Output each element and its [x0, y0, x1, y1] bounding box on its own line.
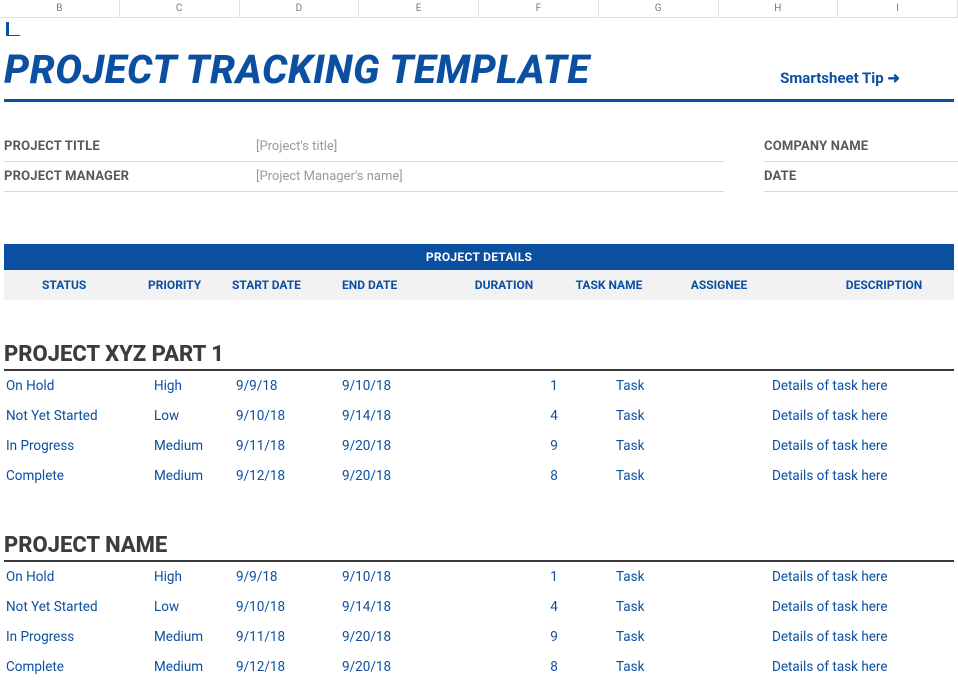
col-header-description: DESCRIPTION	[774, 278, 954, 292]
cell-duration[interactable]: 9	[492, 629, 616, 645]
page-title: PROJECT TRACKING TEMPLATE	[4, 46, 590, 93]
column-header-cell[interactable]: H	[719, 0, 839, 17]
cell-end-date[interactable]: 9/20/18	[342, 659, 492, 675]
cell-status[interactable]: In Progress	[4, 438, 154, 454]
cell-task-name[interactable]: Task	[616, 438, 736, 454]
cell-status[interactable]: On Hold	[4, 569, 154, 585]
cell-priority[interactable]: Medium	[154, 438, 236, 454]
col-header-start-date: START DATE	[230, 278, 340, 292]
meta-row: COMPANY NAME	[764, 132, 958, 162]
section-title: PROJECT NAME	[4, 533, 954, 562]
cell-status[interactable]: Complete	[4, 659, 154, 675]
cell-selection-indicator	[6, 22, 20, 36]
cell-task-name[interactable]: Task	[616, 659, 736, 675]
cell-end-date[interactable]: 9/10/18	[342, 569, 492, 585]
table-row[interactable]: Not Yet StartedLow9/10/189/14/184Task Det…	[4, 401, 954, 431]
meta-label: DATE	[764, 169, 958, 184]
cell-description[interactable]: Details of task here	[772, 569, 954, 585]
cell-status[interactable]: Complete	[4, 468, 154, 484]
column-header-cell[interactable]: B	[0, 0, 120, 17]
table-row[interactable]: On HoldHigh9/9/189/10/181Task Details of …	[4, 562, 954, 592]
col-header-duration: DURATION	[444, 278, 554, 292]
table-row[interactable]: In ProgressMedium9/11/189/20/189Task Deta…	[4, 431, 954, 461]
column-header-cell[interactable]: D	[240, 0, 360, 17]
column-header-cell[interactable]: E	[359, 0, 479, 17]
meta-row: PROJECT TITLE[Project's title]	[4, 132, 724, 162]
meta-label: PROJECT TITLE	[4, 139, 256, 154]
meta-value[interactable]: [Project Manager's name]	[256, 169, 403, 184]
col-header-end-date: END DATE	[340, 278, 444, 292]
col-header-task-name: TASK NAME	[554, 278, 664, 292]
meta-row: PROJECT MANAGER[Project Manager's name]	[4, 162, 724, 192]
cell-start-date[interactable]: 9/9/18	[236, 569, 342, 585]
cell-duration[interactable]: 1	[492, 378, 616, 394]
cell-task-name[interactable]: Task	[616, 408, 736, 424]
table-row[interactable]: CompleteMedium9/12/189/20/188Task Details…	[4, 652, 954, 682]
cell-start-date[interactable]: 9/11/18	[236, 438, 342, 454]
cell-start-date[interactable]: 9/10/18	[236, 599, 342, 615]
table-header-row: STATUS PRIORITY START DATE END DATE DURA…	[4, 270, 954, 300]
column-header-cell[interactable]: C	[120, 0, 240, 17]
col-header-status: STATUS	[4, 278, 124, 292]
project-details-bar: PROJECT DETAILS	[4, 244, 954, 270]
meta-value[interactable]: [Project's title]	[256, 139, 337, 154]
meta-label: PROJECT MANAGER	[4, 169, 256, 184]
cell-duration[interactable]: 4	[492, 408, 616, 424]
cell-priority[interactable]: High	[154, 378, 236, 394]
cell-task-name[interactable]: Task	[616, 569, 736, 585]
column-header-cell[interactable]: F	[479, 0, 599, 17]
cell-status[interactable]: On Hold	[4, 378, 154, 394]
col-header-assignee: ASSIGNEE	[664, 278, 774, 292]
cell-description[interactable]: Details of task here	[772, 629, 954, 645]
cell-start-date[interactable]: 9/12/18	[236, 659, 342, 675]
cell-duration[interactable]: 8	[492, 659, 616, 675]
cell-priority[interactable]: Medium	[154, 468, 236, 484]
spreadsheet-column-header: BCDEFGHI	[0, 0, 958, 18]
cell-status[interactable]: In Progress	[4, 629, 154, 645]
table-row[interactable]: CompleteMedium9/12/189/20/188Task Details…	[4, 461, 954, 491]
meta-label: COMPANY NAME	[764, 139, 958, 154]
cell-task-name[interactable]: Task	[616, 599, 736, 615]
meta-row: DATE	[764, 162, 958, 192]
cell-priority[interactable]: Low	[154, 599, 236, 615]
cell-task-name[interactable]: Task	[616, 468, 736, 484]
table-row[interactable]: In ProgressMedium9/11/189/20/189Task Deta…	[4, 622, 954, 652]
cell-description[interactable]: Details of task here	[772, 468, 954, 484]
cell-start-date[interactable]: 9/10/18	[236, 408, 342, 424]
cell-duration[interactable]: 8	[492, 468, 616, 484]
cell-description[interactable]: Details of task here	[772, 438, 954, 454]
table-row[interactable]: On HoldHigh9/9/189/10/181Task Details of …	[4, 371, 954, 401]
smartsheet-tip-link[interactable]: Smartsheet Tip ➜	[780, 69, 954, 87]
cell-start-date[interactable]: 9/12/18	[236, 468, 342, 484]
cell-status[interactable]: Not Yet Started	[4, 599, 154, 615]
cell-start-date[interactable]: 9/11/18	[236, 629, 342, 645]
cell-priority[interactable]: Medium	[154, 629, 236, 645]
project-meta-block: PROJECT TITLE[Project's title]PROJECT MA…	[4, 132, 954, 192]
cell-duration[interactable]: 1	[492, 569, 616, 585]
col-header-priority: PRIORITY	[124, 278, 230, 292]
cell-description[interactable]: Details of task here	[772, 659, 954, 675]
cell-description[interactable]: Details of task here	[772, 378, 954, 394]
cell-start-date[interactable]: 9/9/18	[236, 378, 342, 394]
cell-priority[interactable]: High	[154, 569, 236, 585]
cell-end-date[interactable]: 9/20/18	[342, 629, 492, 645]
cell-end-date[interactable]: 9/20/18	[342, 468, 492, 484]
cell-task-name[interactable]: Task	[616, 629, 736, 645]
cell-priority[interactable]: Low	[154, 408, 236, 424]
table-row[interactable]: Not Yet StartedLow9/10/189/14/184Task Det…	[4, 592, 954, 622]
cell-description[interactable]: Details of task here	[772, 599, 954, 615]
cell-duration[interactable]: 9	[492, 438, 616, 454]
column-header-cell[interactable]: G	[599, 0, 719, 17]
cell-end-date[interactable]: 9/14/18	[342, 408, 492, 424]
column-header-cell[interactable]: I	[838, 0, 958, 17]
cell-priority[interactable]: Medium	[154, 659, 236, 675]
cell-end-date[interactable]: 9/10/18	[342, 378, 492, 394]
section-title: PROJECT XYZ PART 1	[4, 342, 954, 371]
cell-task-name[interactable]: Task	[616, 378, 736, 394]
cell-end-date[interactable]: 9/20/18	[342, 438, 492, 454]
cell-description[interactable]: Details of task here	[772, 408, 954, 424]
cell-status[interactable]: Not Yet Started	[4, 408, 154, 424]
cell-duration[interactable]: 4	[492, 599, 616, 615]
cell-end-date[interactable]: 9/14/18	[342, 599, 492, 615]
